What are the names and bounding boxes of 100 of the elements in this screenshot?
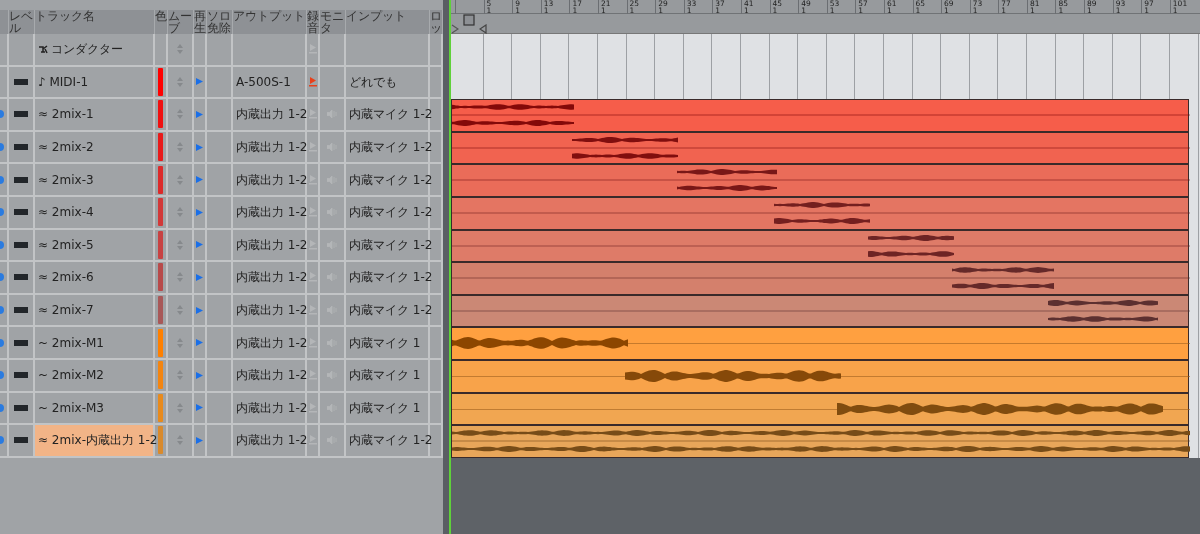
record-arm-icon[interactable]: [308, 76, 317, 87]
record-arm-icon[interactable]: [308, 239, 317, 250]
input-port[interactable]: 内蔵マイク 1-2: [346, 301, 433, 320]
up-down-arrows-icon[interactable]: [177, 174, 183, 185]
track-name-cell[interactable]: ♪ MIDI-1: [35, 66, 153, 98]
up-down-arrows-icon[interactable]: [177, 272, 183, 283]
record-arm-icon[interactable]: [308, 272, 317, 283]
record-arm-icon[interactable]: [308, 142, 317, 153]
level-meter-icon: [14, 78, 28, 85]
track-name-cell[interactable]: ≈ 2mix-6: [35, 262, 153, 293]
up-down-arrows-icon[interactable]: [177, 305, 183, 316]
track-name-cell[interactable]: ~ 2mix-M3: [35, 392, 153, 424]
right-locator-icon[interactable]: [479, 23, 487, 34]
up-down-arrows-icon[interactable]: [177, 402, 183, 413]
track-color-strip[interactable]: [158, 198, 163, 227]
track-lane[interactable]: [451, 34, 1200, 67]
up-down-arrows-icon[interactable]: [177, 239, 183, 250]
input-port[interactable]: 内蔵マイク 1-2: [346, 138, 433, 157]
output-port[interactable]: 内蔵出力 1-2: [233, 301, 308, 320]
column-header: ロッ: [430, 10, 443, 34]
track-color-strip[interactable]: [158, 426, 163, 455]
record-arm-icon[interactable]: [308, 109, 317, 120]
column-header: アウトプット: [233, 10, 307, 34]
input-port[interactable]: 内蔵マイク 1-2: [346, 170, 433, 189]
play-icon[interactable]: [196, 208, 203, 216]
left-locator-icon[interactable]: [451, 23, 459, 34]
play-icon[interactable]: [196, 306, 203, 314]
input-port[interactable]: 内蔵マイク 1: [346, 366, 421, 385]
output-port[interactable]: 内蔵出力 1-2: [233, 170, 308, 189]
input-port[interactable]: 内蔵マイク 1: [346, 398, 421, 417]
track-name-cell[interactable]: ≈ 2mix-4: [35, 196, 153, 228]
output-port[interactable]: 内蔵出力 1-2: [233, 333, 308, 352]
up-down-arrows-icon[interactable]: [177, 76, 183, 87]
play-icon[interactable]: [196, 339, 203, 347]
output-port[interactable]: 内蔵出力 1-2: [233, 268, 308, 287]
track-color-strip[interactable]: [158, 393, 163, 422]
column-header: ムーブ: [168, 10, 194, 34]
input-port[interactable]: どれでも: [346, 72, 397, 91]
track-color-strip[interactable]: [158, 100, 163, 129]
track-name-cell[interactable]: ≈ 2mix-2: [35, 131, 153, 163]
input-port[interactable]: 内蔵マイク 1-2: [346, 203, 433, 222]
play-icon[interactable]: [196, 176, 203, 184]
track-color-strip[interactable]: [158, 263, 163, 292]
track-name-cell[interactable]: ~ 2mix-M2: [35, 359, 153, 391]
track-color-strip[interactable]: [158, 296, 163, 325]
input-port[interactable]: 内蔵マイク 1: [346, 333, 421, 352]
track-color-strip[interactable]: [158, 165, 163, 194]
up-down-arrows-icon[interactable]: [177, 207, 183, 218]
track-name-cell[interactable]: ~ 2mix-M1: [35, 327, 153, 358]
track-lane[interactable]: [451, 66, 1200, 100]
input-port[interactable]: 内蔵マイク 1-2: [346, 235, 433, 254]
up-down-arrows-icon[interactable]: [177, 142, 183, 153]
column-header: ソロ免除: [207, 10, 233, 34]
output-port[interactable]: 内蔵出力 1-2: [233, 235, 308, 254]
up-down-arrows-icon[interactable]: [177, 109, 183, 120]
track-color-strip[interactable]: [158, 230, 163, 259]
play-icon[interactable]: [196, 371, 203, 379]
square-marker-icon[interactable]: [463, 13, 475, 26]
record-arm-icon[interactable]: [308, 174, 317, 185]
play-icon[interactable]: [196, 143, 203, 151]
up-down-arrows-icon[interactable]: [177, 44, 183, 55]
record-arm-icon[interactable]: [308, 44, 317, 55]
level-meter-icon: [14, 176, 28, 183]
up-down-arrows-icon[interactable]: [177, 435, 183, 446]
track-color-strip[interactable]: [158, 361, 163, 390]
up-down-arrows-icon[interactable]: [177, 337, 183, 348]
output-port[interactable]: 内蔵出力 1-2: [233, 203, 308, 222]
input-port[interactable]: 内蔵マイク 1-2: [346, 431, 433, 450]
track-name-cell[interactable]: ≈ 2mix-7: [35, 294, 153, 326]
input-port[interactable]: 内蔵マイク 1-2: [346, 105, 433, 124]
play-icon[interactable]: [196, 273, 203, 281]
level-meter-icon: [14, 339, 28, 346]
level-meter-icon: [14, 274, 28, 281]
output-port[interactable]: 内蔵出力 1-2: [233, 105, 308, 124]
play-icon[interactable]: [196, 436, 203, 444]
track-name-cell[interactable]: ≈ 2mix-3: [35, 164, 153, 195]
play-icon[interactable]: [196, 404, 203, 412]
output-port[interactable]: 内蔵出力 1-2: [233, 366, 308, 385]
track-color-strip[interactable]: [158, 67, 163, 96]
record-arm-icon[interactable]: [308, 207, 317, 218]
play-icon[interactable]: [196, 241, 203, 249]
play-icon[interactable]: [196, 111, 203, 118]
record-arm-icon[interactable]: [308, 370, 317, 381]
record-arm-icon[interactable]: [308, 337, 317, 348]
column-header: 再生: [194, 10, 207, 34]
output-port[interactable]: 内蔵出力 1-2: [233, 398, 308, 417]
output-port[interactable]: 内蔵出力 1-2: [233, 431, 308, 450]
track-color-strip[interactable]: [158, 328, 163, 357]
record-arm-icon[interactable]: [308, 305, 317, 316]
record-arm-icon[interactable]: [308, 435, 317, 446]
output-port[interactable]: A-500S-1: [233, 72, 291, 91]
play-icon[interactable]: [196, 78, 203, 86]
record-arm-icon[interactable]: [308, 402, 317, 413]
input-port[interactable]: 内蔵マイク 1-2: [346, 268, 433, 287]
track-name-cell[interactable]: ≈ 2mix-1: [35, 99, 153, 130]
up-down-arrows-icon[interactable]: [177, 370, 183, 381]
track-name-cell[interactable]: ≈ 2mix-5: [35, 229, 153, 261]
track-color-strip[interactable]: [158, 133, 163, 162]
column-header: モニタ: [320, 10, 346, 34]
output-port[interactable]: 内蔵出力 1-2: [233, 138, 308, 157]
